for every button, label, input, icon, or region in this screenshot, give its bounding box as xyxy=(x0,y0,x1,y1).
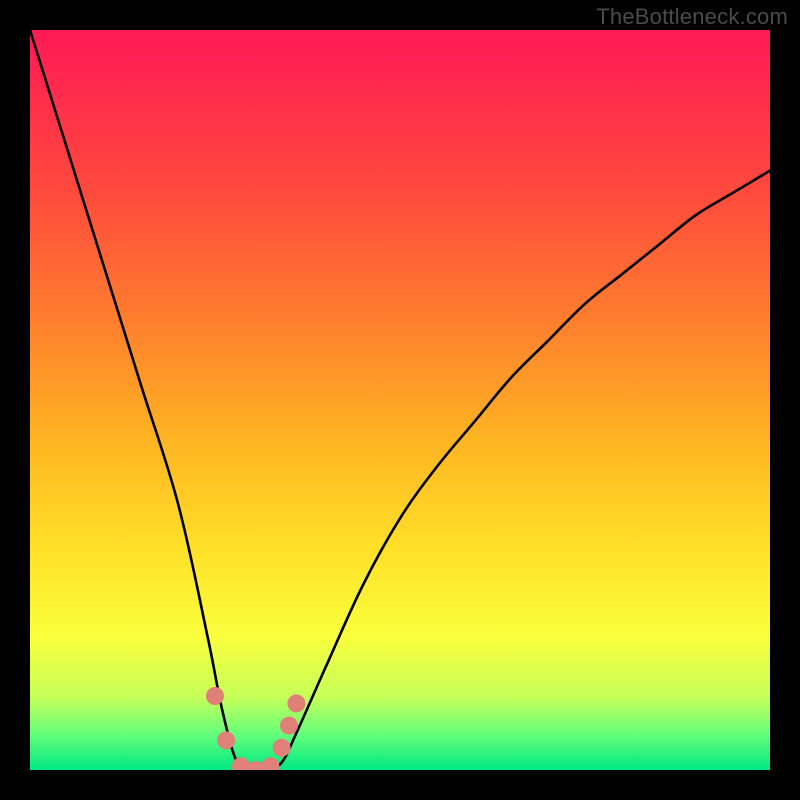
curve-marker xyxy=(287,694,305,712)
curve-marker xyxy=(217,731,235,749)
curve-marker xyxy=(273,739,291,757)
curve-marker xyxy=(262,757,280,770)
watermark-text: TheBottleneck.com xyxy=(596,4,788,30)
curve-marker xyxy=(206,687,224,705)
curve-layer xyxy=(30,30,770,770)
curve-marker xyxy=(280,717,298,735)
curve-markers xyxy=(206,687,305,770)
bottleneck-curve xyxy=(30,30,770,770)
chart-root: TheBottleneck.com xyxy=(0,0,800,800)
plot-area xyxy=(30,30,770,770)
